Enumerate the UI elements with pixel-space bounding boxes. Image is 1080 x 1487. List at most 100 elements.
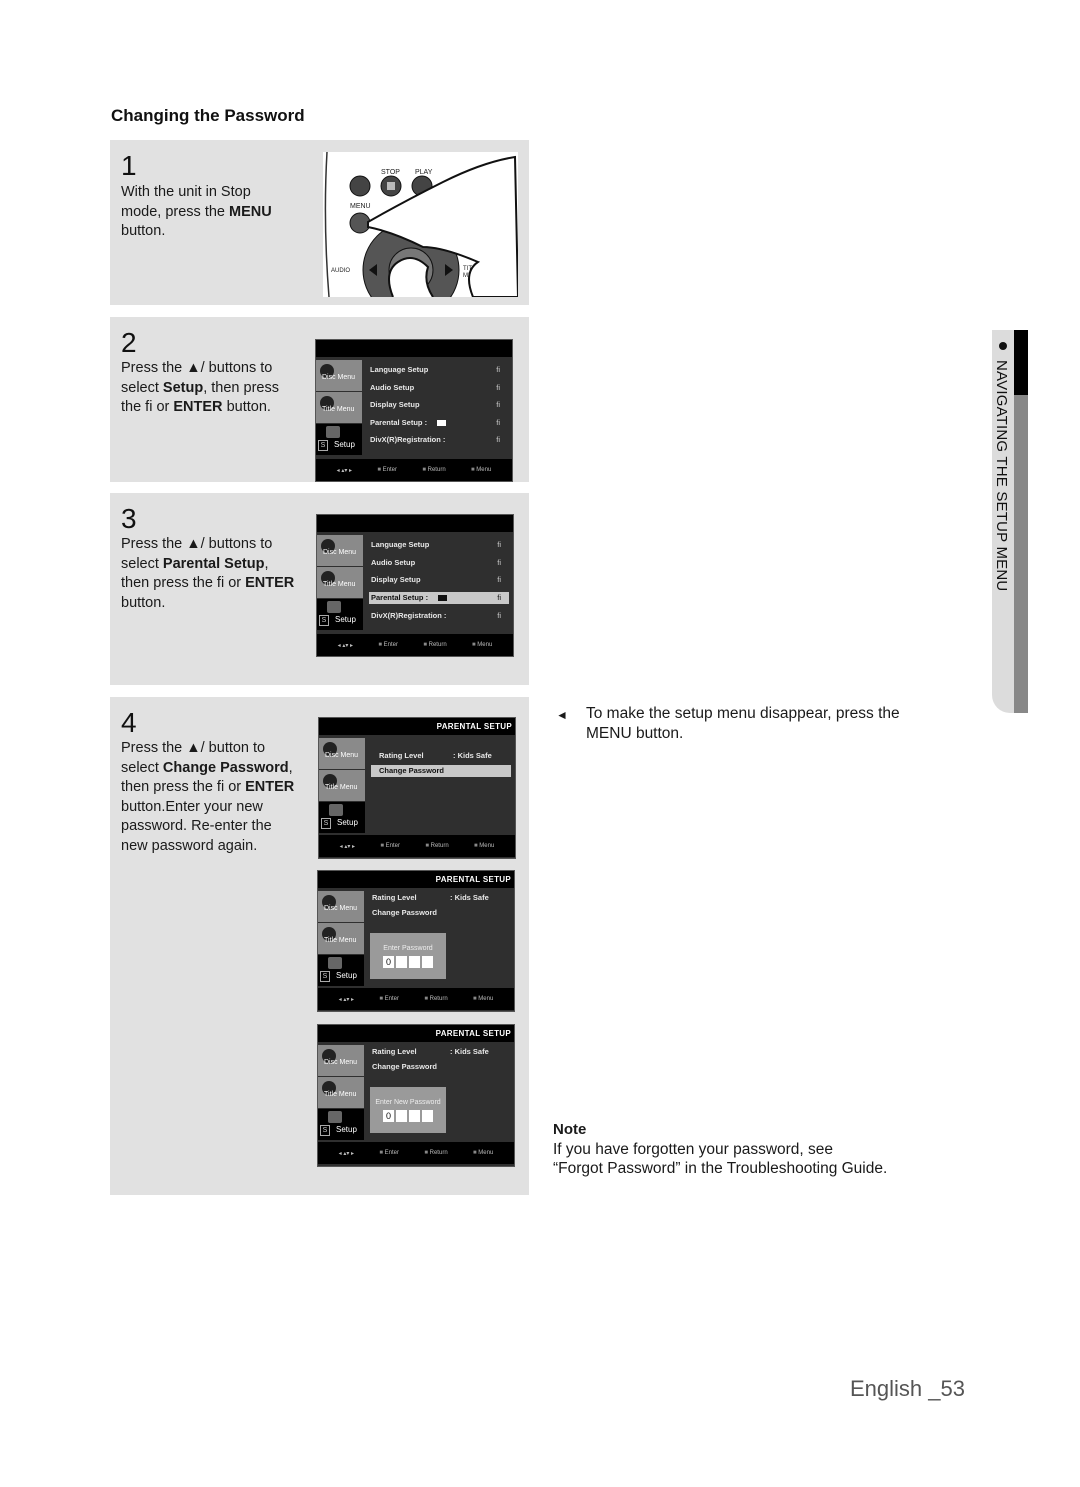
osd-item-language[interactable]: Language Setup fi [369, 536, 509, 554]
setup-s-icon: S [318, 440, 328, 451]
note: Note If you have forgotten your password… [553, 1120, 887, 1179]
osd-side-setup[interactable]: S Setup [318, 955, 364, 987]
step-2: 2 Press the ▲/ buttons to select Setup, … [110, 317, 529, 482]
osd-side-title-menu[interactable]: Title Menu [318, 1077, 364, 1109]
password-digit[interactable] [409, 1110, 420, 1122]
text-bold: MENU [229, 203, 272, 220]
osd-side-title-menu[interactable]: Title Menu [316, 392, 362, 424]
osd-side-disc-menu[interactable]: Disc Menu [318, 1045, 364, 1077]
osd-side-title-menu[interactable]: Title Menu [317, 567, 363, 599]
osd-item-audio[interactable]: Audio Setup fi [368, 379, 508, 397]
osd-item-rating: Rating Level: Kids Safe [370, 1044, 510, 1059]
arrow-right-icon: fi [497, 540, 501, 549]
password-digit[interactable]: 0 [383, 956, 394, 968]
osd-side-disc-menu[interactable]: Disc Menu [317, 535, 363, 567]
step-4: 4 Press the ▲/ button to select Change P… [110, 697, 529, 1195]
label: Display Setup [370, 400, 420, 409]
osd-footer: ◂ ▴▾ ▸ Enter Return Menu [319, 835, 515, 857]
label: Language Setup [370, 365, 429, 374]
osd-menu-list: Rating Level: Kids Safe Change Password [371, 747, 511, 780]
new-password-input[interactable]: 0 [370, 1110, 446, 1122]
osd-enter-password: PARENTAL SETUP Disc Menu Title Menu S Set… [317, 870, 515, 1012]
triangle-left-icon: ◄ [556, 708, 568, 722]
osd-body: Disc Menu Title Menu S Setup Language Set… [316, 357, 512, 459]
osd-side-setup[interactable]: S Setup [318, 1109, 364, 1141]
osd-side-setup[interactable]: S Setup [317, 599, 363, 631]
text: button. [121, 223, 166, 239]
label: Disc Menu [324, 905, 358, 912]
label: Disc Menu [322, 374, 356, 381]
osd-side-setup[interactable]: S Setup [319, 802, 365, 834]
label: Rating Level [372, 1047, 417, 1056]
osd-menu-list: Rating Level: Kids Safe Change Password [370, 890, 510, 920]
step-number: 1 [121, 150, 137, 181]
arrow-right-icon: fi [497, 592, 501, 602]
new-password-prompt: Enter New Password [375, 1099, 441, 1106]
osd-item-parental[interactable]: Parental Setup : fi [368, 414, 508, 432]
osd-item-divx[interactable]: DivX(R)Registration : fi [368, 431, 508, 449]
footer-enter: Enter [378, 642, 398, 648]
arrow-right-icon: fi [496, 365, 500, 374]
label: Rating Level [379, 751, 424, 760]
text-bold: ENTER [245, 575, 295, 591]
setup-s-icon: S [320, 971, 330, 982]
osd-setup-menu: Disc Menu Title Menu S Setup Language Set… [316, 514, 514, 657]
password-dialog: Enter Password 0 [370, 933, 446, 979]
footer-menu: Menu [472, 642, 492, 648]
osd-side-disc-menu[interactable]: Disc Menu [318, 891, 364, 923]
setup-s-icon: S [321, 818, 331, 829]
osd-side-disc-menu[interactable]: Disc Menu [319, 738, 365, 770]
note-title: Note [553, 1121, 587, 1138]
audio-label: AUDIO [331, 268, 350, 274]
arrow-right-icon: fi [497, 557, 501, 567]
gear-icon [326, 426, 340, 438]
label: DivX(R)Registration : [370, 435, 446, 444]
arrow-right-icon: fi [497, 610, 501, 620]
osd-header: PARENTAL SETUP [318, 871, 514, 888]
osd-item-rating[interactable]: Rating Level: Kids Safe [371, 747, 511, 765]
osd-setup-menu: Disc Menu Title Menu S Setup Language Set… [315, 339, 513, 482]
step-text: Press the ▲/ buttons to select Setup, th… [121, 359, 296, 418]
label: Setup [336, 971, 357, 980]
osd-footer: ◂ ▴▾ ▸ Enter Return Menu [317, 634, 513, 656]
osd-item-display[interactable]: Display Setup fi [369, 571, 509, 589]
footer-return: Return [423, 642, 447, 648]
osd-item-change-password-selected[interactable]: Change Password [371, 764, 511, 777]
section-title: Changing the Password [111, 106, 305, 125]
osd-header: PARENTAL SETUP [319, 718, 515, 735]
osd-body: Disc Menu Title Menu S Setup Language Set… [317, 532, 513, 634]
label: Parental Setup : [370, 417, 428, 427]
rating-value: : Kids Safe [450, 893, 489, 902]
osd-item-rating: Rating Level: Kids Safe [370, 890, 510, 905]
step-number: 3 [121, 503, 137, 534]
osd-side-setup[interactable]: S Setup [316, 424, 362, 456]
osd-side-title-menu[interactable]: Title Menu [319, 770, 365, 802]
footer-enter: Enter [379, 1150, 399, 1156]
password-digit[interactable] [422, 956, 433, 968]
password-digit[interactable] [422, 1110, 433, 1122]
new-password-dialog: Enter New Password 0 [370, 1087, 446, 1133]
osd-item-audio[interactable]: Audio Setup fi [369, 554, 509, 572]
label: Setup [334, 440, 355, 449]
password-digit[interactable] [409, 956, 420, 968]
osd-item-parental-selected[interactable]: Parental Setup : fi [369, 591, 509, 604]
password-digit[interactable] [396, 1110, 407, 1122]
password-prompt: Enter Password [383, 945, 433, 952]
osd-side-disc-menu[interactable]: Disc Menu [316, 360, 362, 392]
text-bold: ENTER [173, 399, 223, 415]
label: Audio Setup [370, 382, 415, 392]
password-digit[interactable]: 0 [383, 1110, 394, 1122]
footer-return: Return [422, 467, 446, 473]
osd-header [316, 340, 512, 357]
label: Title Menu [324, 1091, 357, 1098]
osd-header [317, 515, 513, 532]
tip-text: To make the setup menu disappear, press … [586, 705, 900, 742]
password-input[interactable]: 0 [370, 956, 446, 968]
osd-item-language[interactable]: Language Setup fi [368, 361, 508, 379]
osd-side-title-menu[interactable]: Title Menu [318, 923, 364, 955]
step-text: Press the ▲/ button to select Change Pas… [121, 739, 296, 856]
osd-item-display[interactable]: Display Setup fi [368, 396, 508, 414]
osd-item-divx[interactable]: DivX(R)Registration : fi [369, 607, 509, 625]
text: button. [222, 399, 271, 415]
password-digit[interactable] [396, 956, 407, 968]
